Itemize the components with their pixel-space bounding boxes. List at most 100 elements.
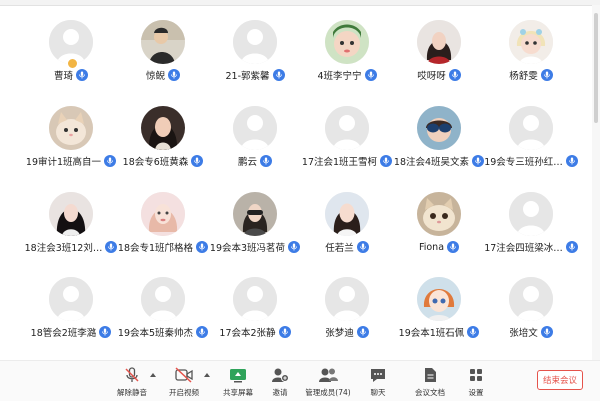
avatar [509, 192, 553, 236]
avatar [233, 192, 277, 236]
avatar [233, 277, 277, 321]
avatar [141, 106, 185, 150]
participant-tile[interactable]: 17会本2张静 [206, 277, 304, 365]
microphone-icon [272, 69, 285, 81]
chat-label: 聊天 [370, 388, 386, 397]
microphone-icon [278, 326, 291, 338]
avatar [141, 192, 185, 236]
participant-name: 17注会四班梁冰… [484, 243, 563, 254]
participant-tile[interactable]: 杨舒雯 [482, 20, 580, 108]
microphone-icon [364, 69, 377, 81]
manage-members-label: 管理成员(74) [305, 388, 351, 397]
meeting-docs-label: 会议文档 [415, 388, 445, 397]
avatar [141, 20, 185, 64]
settings-button[interactable]: 设置 [450, 365, 502, 399]
participant-name: 18注会4班吴文素 [393, 157, 470, 168]
participant-tile[interactable]: 任若兰 [298, 192, 396, 280]
microphone-muted-icon [125, 367, 139, 382]
avatar [49, 192, 93, 236]
participant-tile[interactable]: 18会专6班黄森 [114, 106, 212, 194]
microphone-icon [260, 155, 272, 167]
avatar [417, 20, 461, 64]
participant-name: 17注会1班王雪柯 [301, 157, 378, 168]
participant-tile[interactable]: 21-郭紫馨 [206, 20, 304, 108]
unmute-button[interactable]: 解除静音 [106, 365, 158, 399]
avatar [417, 277, 461, 321]
microphone-icon [356, 326, 369, 338]
participant-name: 19审计1班高自一 [25, 157, 102, 168]
participant-tile[interactable]: 19会本5班秦帅杰 [114, 277, 212, 365]
participant-tile[interactable]: 18注会4班吴文素 [390, 106, 488, 194]
meeting-docs-button[interactable]: 会议文档 [404, 365, 456, 399]
participant-tile[interactable]: 鹏云 [206, 106, 304, 194]
avatar [417, 106, 461, 150]
video-options-chevron-up-icon[interactable] [204, 373, 210, 377]
participant-name: 任若兰 [325, 243, 354, 254]
end-meeting-button[interactable]: 结束会议 [537, 370, 583, 390]
avatar [509, 106, 553, 150]
microphone-icon [540, 326, 553, 338]
participant-tile[interactable]: 曹琦 [22, 20, 120, 108]
microphone-icon [191, 155, 204, 167]
participant-tile[interactable]: 哎呀呀 [390, 20, 488, 108]
microphone-icon [99, 326, 112, 338]
participant-tile[interactable]: 4班李宁宁 [298, 20, 396, 108]
microphone-icon [356, 241, 369, 253]
participant-tile[interactable]: 19会本1班石佩 [390, 277, 488, 365]
participant-name: 18管会2班李潞 [30, 328, 97, 339]
participant-name: 鹏云 [237, 157, 257, 168]
microphone-icon [447, 241, 460, 253]
invite-button[interactable]: 邀请 [254, 365, 306, 399]
microphone-icon [467, 326, 480, 338]
participant-name: 4班李宁宁 [317, 71, 362, 82]
microphone-icon [168, 69, 180, 81]
participant-name: 惊鲵 [145, 71, 165, 82]
avatar [325, 106, 369, 150]
avatar [49, 106, 93, 150]
participant-tile[interactable]: 惊鲵 [114, 20, 212, 108]
participant-grid: 曹琦 惊鲵 21-郭紫馨 4班李宁宁 哎呀呀 杨舒雯 19审计1班高自一 18会… [0, 0, 592, 360]
settings-label: 设置 [468, 388, 484, 397]
participant-name: 17会本2张静 [219, 328, 276, 339]
avatar [233, 20, 277, 64]
avatar [325, 192, 369, 236]
share-screen-icon [230, 369, 246, 383]
participant-tile[interactable]: 19会本3班冯茗荷 [206, 192, 304, 280]
participant-name: 19会本3班冯茗荷 [209, 243, 286, 254]
avatar [509, 277, 553, 321]
participant-tile[interactable]: 张梦迪 [298, 277, 396, 365]
participant-tile[interactable]: 17注会四班梁冰… [482, 192, 580, 280]
microphone-icon [565, 155, 578, 167]
microphone-icon [76, 69, 88, 81]
meeting-toolbar: 解除静音 开启视频 共享屏幕 邀请 管理成员(74) 聊天 会议文档 设置 [0, 360, 600, 401]
participant-name: 杨舒雯 [509, 71, 538, 82]
participant-name: 曹琦 [53, 71, 73, 82]
participant-name: 19会专三班孙红… [484, 157, 563, 168]
participant-name: 19会本5班秦帅杰 [117, 328, 194, 339]
add-user-icon [272, 368, 289, 382]
avatar [141, 277, 185, 321]
vertical-scrollbar[interactable] [592, 5, 600, 360]
participant-name: 张梦迪 [325, 328, 354, 339]
scrollbar-thumb[interactable] [594, 13, 598, 123]
participant-tile[interactable]: 张培文 [482, 277, 580, 365]
participant-tile[interactable]: 19会专三班孙红… [482, 106, 580, 194]
participant-name: 21-郭紫馨 [225, 71, 270, 82]
participant-name: 18会专6班黄森 [122, 157, 189, 168]
audio-options-chevron-up-icon[interactable] [150, 373, 156, 377]
participant-tile[interactable]: 18注会3班12刘… [22, 192, 120, 280]
participant-tile[interactable]: Fiona [390, 192, 488, 280]
chat-button[interactable]: 聊天 [352, 365, 404, 399]
start-video-label: 开启视频 [169, 388, 199, 397]
participant-tile[interactable]: 18会专1班邝格格 [114, 192, 212, 280]
participant-tile[interactable]: 19审计1班高自一 [22, 106, 120, 194]
start-video-button[interactable]: 开启视频 [158, 365, 210, 399]
participant-name: Fiona [418, 241, 445, 253]
microphone-icon [565, 241, 578, 253]
avatar [325, 277, 369, 321]
participant-tile[interactable]: 18管会2班李潞 [22, 277, 120, 365]
document-icon [425, 368, 436, 382]
participant-tile[interactable]: 17注会1班王雪柯 [298, 106, 396, 194]
manage-members-button[interactable]: 管理成员(74) [302, 365, 354, 399]
participant-name: 18注会3班12刘… [24, 243, 103, 254]
